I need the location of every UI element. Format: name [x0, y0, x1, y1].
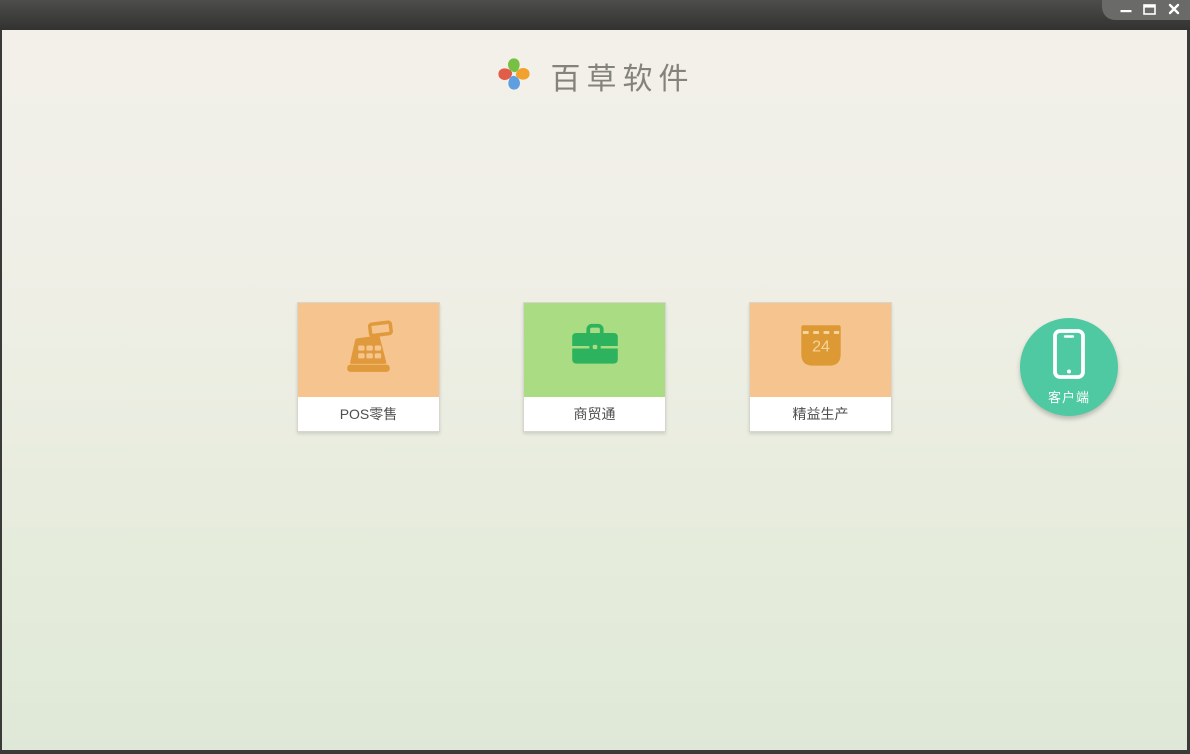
app-window: 百草软件 POS零售 商贸通 24 精益生产 客户端 [0, 0, 1190, 754]
minimize-icon [1120, 3, 1132, 18]
app-title: 百草软件 [550, 62, 695, 97]
card-label: 商贸通 [524, 396, 665, 431]
product-card-lean-production[interactable]: 24 精益生产 [749, 302, 892, 432]
main-content: 百草软件 POS零售 商贸通 24 精益生产 客户端 [2, 30, 1187, 750]
close-button[interactable] [1166, 3, 1181, 17]
close-icon [1168, 3, 1180, 18]
maximize-button[interactable] [1142, 3, 1157, 17]
maximize-icon [1143, 3, 1156, 18]
product-card-trade[interactable]: 商贸通 [523, 302, 666, 432]
card-label: POS零售 [298, 396, 439, 431]
app-header: 百草软件 [2, 54, 1187, 98]
smartphone-icon [1052, 328, 1086, 383]
minimize-button[interactable] [1118, 3, 1133, 17]
pinwheel-logo-icon [495, 55, 533, 98]
title-bar[interactable] [0, 0, 1190, 30]
calendar-icon: 24 [792, 318, 850, 381]
calendar-day-number: 24 [812, 338, 830, 356]
client-app-button[interactable]: 客户端 [1020, 318, 1118, 416]
window-controls [1102, 0, 1190, 20]
client-button-label: 客户端 [1047, 390, 1090, 405]
card-icon-area: 24 [750, 303, 891, 397]
card-icon-area [524, 303, 665, 397]
briefcase-icon [566, 318, 624, 381]
card-icon-area [298, 303, 439, 397]
card-label: 精益生产 [750, 396, 891, 431]
product-card-pos-retail[interactable]: POS零售 [297, 302, 440, 432]
cash-register-icon [340, 318, 398, 381]
